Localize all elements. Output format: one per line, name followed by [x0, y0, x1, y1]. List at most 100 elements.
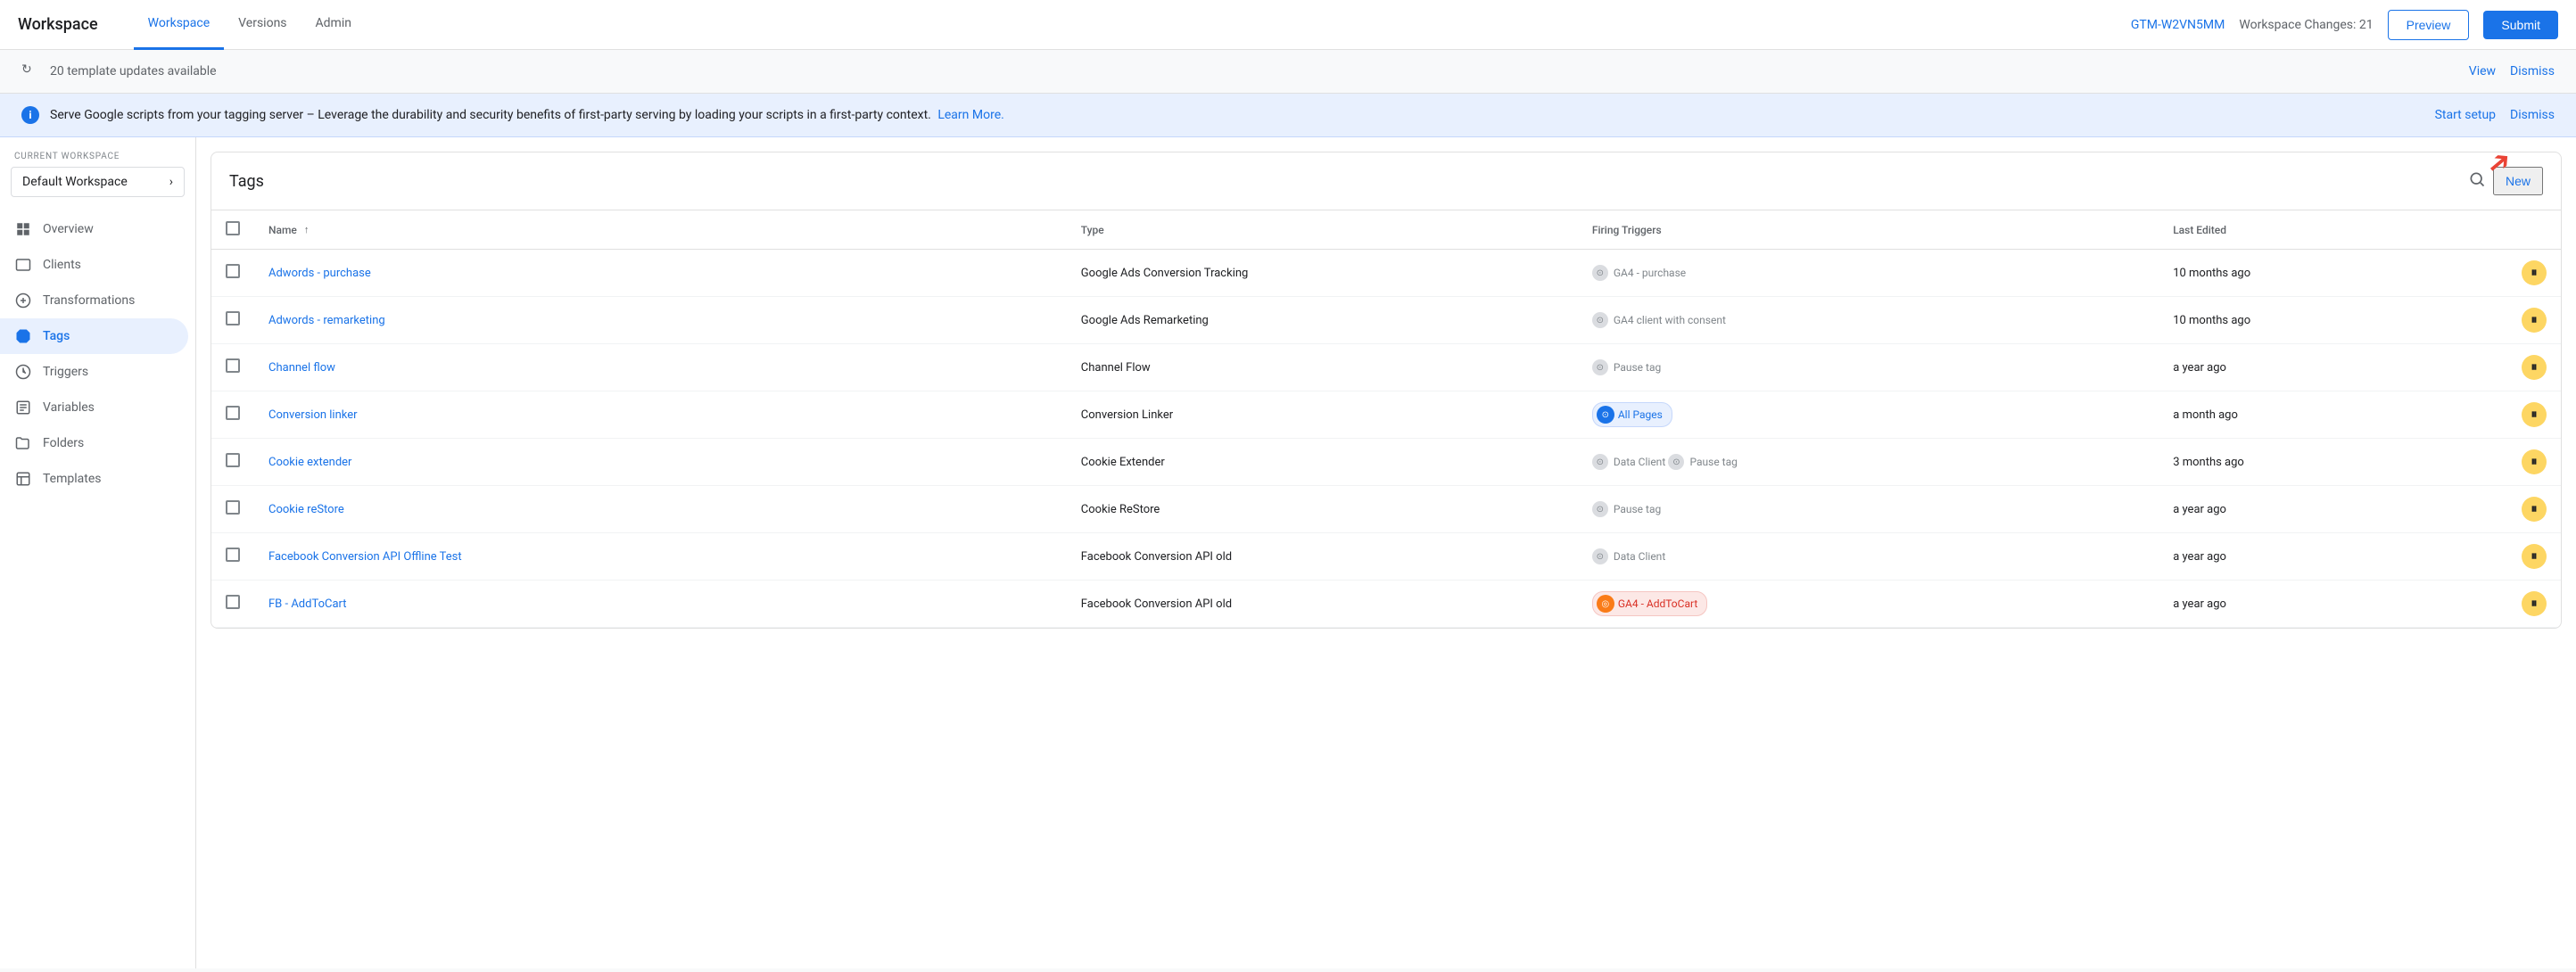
sidebar-item-clients[interactable]: Clients — [0, 247, 188, 283]
table-row: Channel flow Channel Flow ⊙Pause tag a ye… — [211, 344, 2561, 391]
workspace-changes: Workspace Changes: 21 — [2239, 18, 2373, 32]
banner-updates: ↻ 20 template updates available View Dis… — [0, 50, 2576, 94]
tag-type: Channel Flow — [1067, 344, 1578, 391]
sidebar-item-overview[interactable]: Overview — [0, 211, 188, 247]
tag-name-link[interactable]: Adwords - remarketing — [268, 314, 385, 327]
tag-name-link[interactable]: Channel flow — [268, 361, 335, 375]
sidebar-item-label-folders: Folders — [43, 436, 84, 450]
sidebar-item-folders[interactable]: Folders — [0, 425, 188, 461]
tab-workspace[interactable]: Workspace — [134, 0, 225, 50]
tag-last-edited: a year ago — [2159, 486, 2507, 533]
new-button[interactable]: New — [2493, 167, 2543, 195]
sidebar-item-label-overview: Overview — [43, 222, 94, 236]
banner-info-link[interactable]: Learn More. — [937, 108, 1003, 122]
banner-info-text: Serve Google scripts from your tagging s… — [50, 108, 1004, 122]
row-checkbox[interactable] — [226, 311, 240, 325]
table-row: Cookie reStoreCookie ReStore ⊙Pause tag … — [211, 486, 2561, 533]
row-checkbox[interactable] — [226, 264, 240, 278]
banner-info-right: Start setup Dismiss — [2435, 108, 2555, 122]
workspace-label: CURRENT WORKSPACE — [14, 152, 181, 161]
chevron-right-icon: › — [169, 175, 173, 189]
status-dot: ⏸ — [2522, 260, 2547, 285]
sidebar-item-label-variables: Variables — [43, 400, 95, 415]
banner-updates-view[interactable]: View — [2469, 64, 2496, 78]
banner-start-setup[interactable]: Start setup — [2435, 108, 2496, 122]
refresh-icon: ↻ — [21, 62, 39, 80]
row-checkbox[interactable] — [226, 548, 240, 562]
th-status — [2507, 210, 2561, 250]
trigger-badge: ⊙GA4 - purchase — [1592, 265, 1686, 281]
tag-type: Conversion Linker — [1067, 391, 1578, 439]
tag-name-link[interactable]: Cookie extender — [268, 456, 351, 469]
table-row: Adwords - purchase Google Ads Conversion … — [211, 250, 2561, 297]
row-checkbox[interactable] — [226, 500, 240, 515]
workspace-selector[interactable]: Default Workspace › — [11, 167, 185, 197]
tag-type: Google Ads Conversion Tracking — [1067, 250, 1578, 297]
top-nav-tabs: Workspace Versions Admin — [134, 0, 2131, 50]
main-layout: CURRENT WORKSPACE Default Workspace › Ov… — [0, 137, 2576, 968]
tag-name-link[interactable]: FB - AddToCart — [268, 597, 347, 611]
tag-triggers: ◎GA4 - AddToCart — [1578, 581, 2159, 628]
tags-actions: New — [2468, 167, 2543, 195]
trigger-badge[interactable]: ⊙All Pages — [1592, 402, 1672, 427]
trigger-badge: ⊙GA4 client with consent — [1592, 312, 1726, 328]
tag-type: Cookie ReStore — [1067, 486, 1578, 533]
trigger-dot-orange: ◎ — [1597, 595, 1614, 613]
tab-admin[interactable]: Admin — [301, 0, 366, 50]
tag-status: ⏸ — [2507, 486, 2561, 533]
sidebar-item-triggers[interactable]: Triggers — [0, 354, 188, 390]
row-checkbox[interactable] — [226, 595, 240, 609]
tag-triggers: ⊙All Pages — [1578, 391, 2159, 439]
tag-triggers: ⊙Data Client — [1578, 533, 2159, 581]
row-checkbox[interactable] — [226, 406, 240, 420]
sidebar-item-tags[interactable]: Tags — [0, 318, 188, 354]
clients-icon — [14, 256, 32, 274]
overview-icon — [14, 220, 32, 238]
tags-icon — [14, 327, 32, 345]
tag-name-link[interactable]: Facebook Conversion API Offline Test — [268, 550, 462, 564]
header-checkbox[interactable] — [226, 221, 240, 235]
tag-type: Google Ads Remarketing — [1067, 297, 1578, 344]
tag-last-edited: a month ago — [2159, 391, 2507, 439]
tags-header: Tags New ➔ — [211, 152, 2561, 210]
banner-info-dismiss[interactable]: Dismiss — [2510, 108, 2555, 122]
row-checkbox[interactable] — [226, 453, 240, 467]
banner-updates-text: 20 template updates available — [50, 64, 217, 78]
sidebar-item-templates[interactable]: Templates — [0, 461, 188, 497]
status-dot: ⏸ — [2522, 497, 2547, 522]
trigger-badge[interactable]: ◎GA4 - AddToCart — [1592, 591, 1707, 616]
variables-icon — [14, 399, 32, 416]
tag-name-link[interactable]: Conversion linker — [268, 408, 358, 422]
transformations-icon — [14, 292, 32, 309]
sidebar-item-label-templates: Templates — [43, 472, 102, 486]
th-checkbox — [211, 210, 254, 250]
workspace-name: Default Workspace — [22, 175, 128, 189]
row-checkbox[interactable] — [226, 358, 240, 373]
tag-triggers: ⊙Pause tag — [1578, 344, 2159, 391]
th-name[interactable]: Name ↑ — [254, 210, 1067, 250]
preview-button[interactable]: Preview — [2388, 10, 2470, 40]
table-header-row: Name ↑ Type Firing Triggers Last Edited — [211, 210, 2561, 250]
tab-versions[interactable]: Versions — [224, 0, 301, 50]
sidebar-item-variables[interactable]: Variables — [0, 390, 188, 425]
search-icon[interactable] — [2468, 170, 2486, 192]
banner-updates-dismiss[interactable]: Dismiss — [2510, 64, 2555, 78]
sidebar-item-transformations[interactable]: Transformations — [0, 283, 188, 318]
tag-status: ⏸ — [2507, 344, 2561, 391]
trigger-dot-gray: ⊙ — [1592, 265, 1608, 281]
status-dot: ⏸ — [2522, 402, 2547, 427]
tag-last-edited: a year ago — [2159, 533, 2507, 581]
tag-type: Facebook Conversion API old — [1067, 533, 1578, 581]
tag-type: Cookie Extender — [1067, 439, 1578, 486]
tag-name-link[interactable]: Cookie reStore — [268, 503, 344, 516]
app-title: Workspace — [18, 15, 98, 34]
th-type: Type — [1067, 210, 1578, 250]
tag-name-link[interactable]: Adwords - purchase — [268, 267, 371, 280]
tag-last-edited: 3 months ago — [2159, 439, 2507, 486]
sidebar-item-label-clients: Clients — [43, 258, 81, 272]
tags-title: Tags — [229, 172, 264, 191]
tag-last-edited: a year ago — [2159, 344, 2507, 391]
top-nav: Workspace Workspace Versions Admin GTM-W… — [0, 0, 2576, 50]
th-last-edited: Last Edited — [2159, 210, 2507, 250]
submit-button[interactable]: Submit — [2483, 11, 2558, 39]
